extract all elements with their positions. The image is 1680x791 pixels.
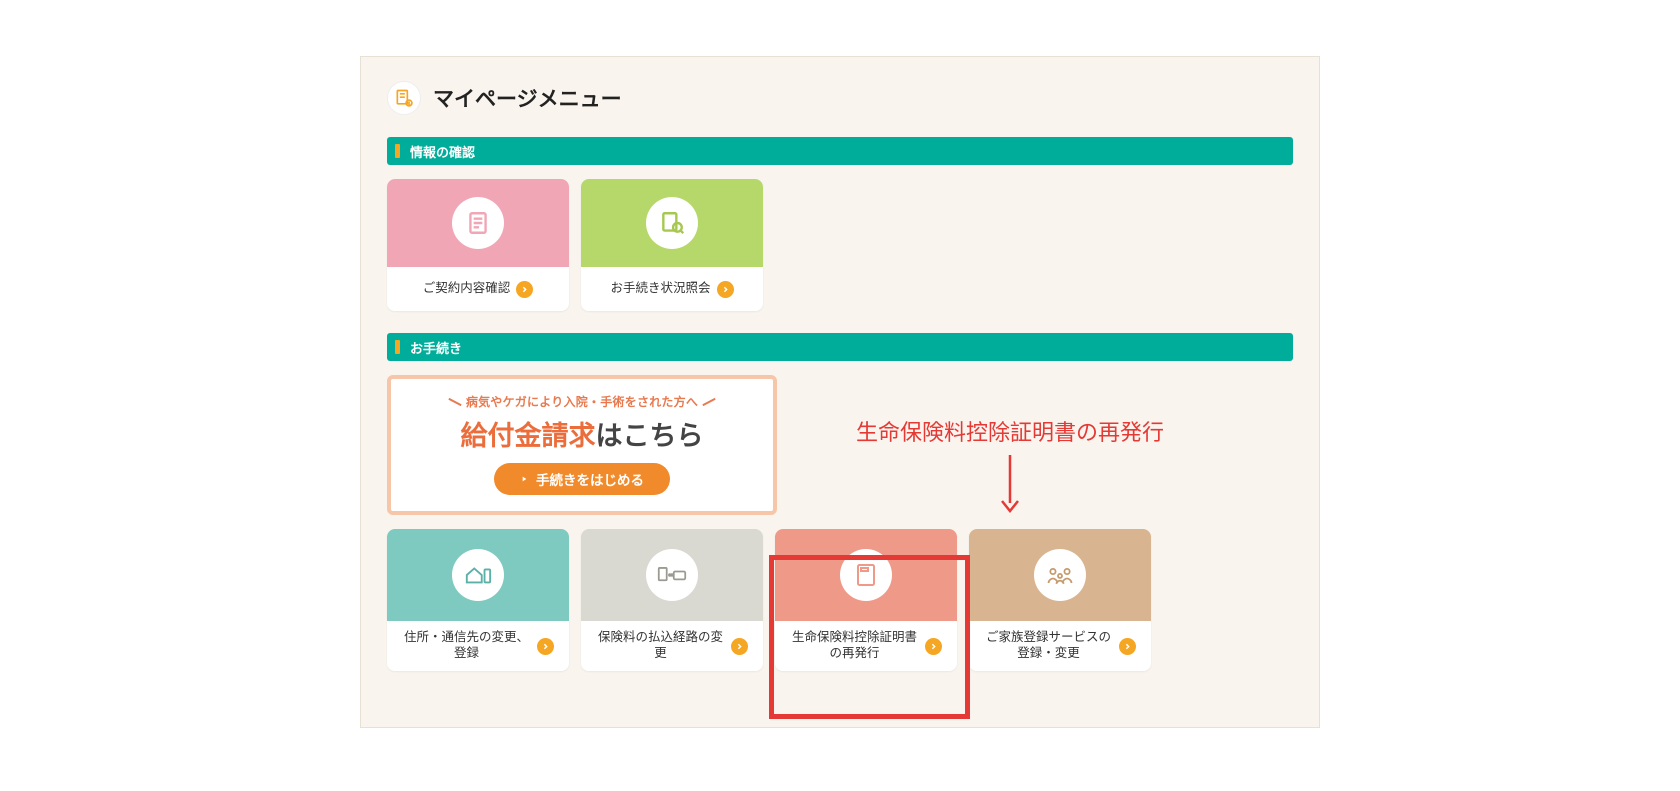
page-title: マイページメニュー — [433, 83, 622, 113]
play-icon — [520, 474, 528, 484]
card-family-label: ご家族登録サービスの登録・変更 — [985, 630, 1113, 661]
document-icon — [452, 197, 504, 249]
page-title-icon — [387, 81, 421, 115]
section-bar-proc: お手続き — [387, 333, 1293, 361]
card-payment-route[interactable]: 保険料の払込経路の変更 — [581, 529, 763, 671]
card-status-bottom: お手続き状況照会 — [581, 267, 763, 311]
section-marker-icon — [395, 340, 400, 354]
banner-tagline: 病気やケガにより入院・手術をされた方へ — [448, 393, 716, 410]
banner-button-label: 手続きをはじめる — [536, 469, 644, 489]
certificate-icon — [840, 549, 892, 601]
card-cert-bottom: 生命保険料控除証明書の再発行 — [775, 621, 957, 671]
arrow-down-icon — [999, 453, 1021, 513]
card-status-top — [581, 179, 763, 267]
section-marker-icon — [395, 144, 400, 158]
section-bar-info: 情報の確認 — [387, 137, 1293, 165]
start-procedure-button[interactable]: 手続きをはじめる — [494, 463, 670, 495]
bank-card-icon — [646, 549, 698, 601]
proc-cards-row: 住所・通信先の変更、登録 保険料の払込経路の変更 — [387, 529, 1293, 671]
card-cert-top — [775, 529, 957, 621]
annotation-callout: 生命保険料控除証明書の再発行 — [830, 415, 1190, 513]
info-cards-row: ご契約内容確認 お手続き状況照会 — [387, 179, 1293, 311]
chevron-right-icon — [516, 281, 533, 298]
card-payment-label: 保険料の払込経路の変更 — [597, 630, 725, 661]
chevron-right-icon — [731, 638, 748, 655]
banner-accent: 給付金請求 — [461, 421, 596, 451]
card-contract-confirm[interactable]: ご契約内容確認 — [387, 179, 569, 311]
card-payment-top — [581, 529, 763, 621]
chevron-right-icon — [1119, 638, 1136, 655]
banner-rest: はこちら — [596, 421, 704, 451]
card-status-inquiry[interactable]: お手続き状況照会 — [581, 179, 763, 311]
document-search-icon — [646, 197, 698, 249]
mypage-panel: マイページメニュー 情報の確認 ご契約内容確認 — [360, 56, 1320, 728]
card-address-bottom: 住所・通信先の変更、登録 — [387, 621, 569, 671]
card-family-bottom: ご家族登録サービスの登録・変更 — [969, 621, 1151, 671]
banner-headline: 給付金請求はこちら — [461, 414, 704, 453]
card-contract-bottom: ご契約内容確認 — [387, 267, 569, 311]
house-phone-icon — [452, 549, 504, 601]
card-family-top — [969, 529, 1151, 621]
card-address-change[interactable]: 住所・通信先の変更、登録 — [387, 529, 569, 671]
card-contract-label: ご契約内容確認 — [423, 281, 511, 297]
chevron-right-icon — [925, 638, 942, 655]
card-address-label: 住所・通信先の変更、登録 — [403, 630, 531, 661]
chevron-right-icon — [717, 281, 734, 298]
card-family-register[interactable]: ご家族登録サービスの登録・変更 — [969, 529, 1151, 671]
benefit-claim-banner: 病気やケガにより入院・手術をされた方へ 給付金請求はこちら 手続きをはじめる — [387, 375, 777, 515]
section-label-proc: お手続き — [410, 338, 462, 357]
annotation-text: 生命保険料控除証明書の再発行 — [856, 420, 1164, 445]
card-certificate-reissue[interactable]: 生命保険料控除証明書の再発行 — [775, 529, 957, 671]
card-address-top — [387, 529, 569, 621]
card-contract-top — [387, 179, 569, 267]
card-cert-label: 生命保険料控除証明書の再発行 — [791, 630, 919, 661]
section-label-info: 情報の確認 — [410, 142, 475, 161]
page-title-row: マイページメニュー — [387, 81, 1293, 115]
family-icon — [1034, 549, 1086, 601]
card-payment-bottom: 保険料の払込経路の変更 — [581, 621, 763, 671]
chevron-right-icon — [537, 638, 554, 655]
card-status-label: お手続き状況照会 — [610, 281, 710, 297]
